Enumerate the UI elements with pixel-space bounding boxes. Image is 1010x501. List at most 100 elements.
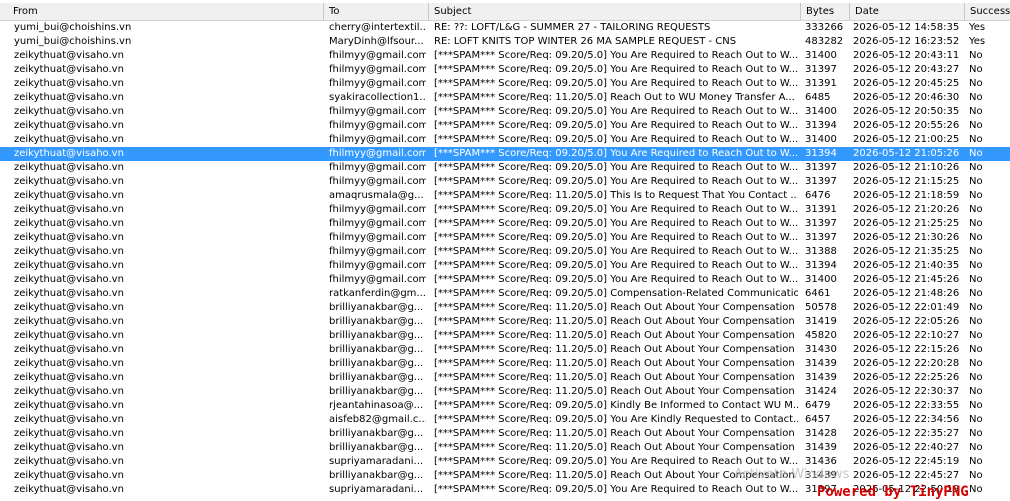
table-row[interactable]: zeikythuat@visaho.vn fhilmyy@gmail.com [**… bbox=[0, 133, 1010, 147]
cell-date: 2026-05-12 20:43:11 bbox=[853, 50, 960, 61]
table-row[interactable]: zeikythuat@visaho.vn fhilmyy@gmail.com [**… bbox=[0, 161, 1010, 175]
cell-date: 2026-05-12 22:33:55 bbox=[853, 400, 960, 411]
table-row[interactable]: zeikythuat@visaho.vn fhilmyy@gmail.com [**… bbox=[0, 217, 1010, 231]
cell-to: amaqrusmala@g... bbox=[329, 190, 424, 201]
cell-to: fhilmyy@gmail.com bbox=[329, 246, 426, 257]
column-header-to[interactable]: To bbox=[324, 3, 429, 20]
cell-bytes: 6479 bbox=[805, 400, 831, 411]
table-row[interactable]: zeikythuat@visaho.vn amaqrusmala@g... [***… bbox=[0, 189, 1010, 203]
cell-subject: [***SPAM*** Score/Req: 09.20/5.0] You Ar… bbox=[434, 176, 798, 187]
cell-date: 2026-05-12 22:01:49 bbox=[853, 302, 960, 313]
table-row[interactable]: zeikythuat@visaho.vn ratkanferdin@gm... [*… bbox=[0, 287, 1010, 301]
cell-to: supriyamaradani... bbox=[329, 484, 424, 495]
cell-date: 2026-05-12 22:15:26 bbox=[853, 344, 960, 355]
column-header-success[interactable]: Success bbox=[965, 3, 1010, 20]
cell-date: 2026-05-12 22:10:27 bbox=[853, 330, 960, 341]
table-row[interactable]: zeikythuat@visaho.vn fhilmyy@gmail.com [**… bbox=[0, 273, 1010, 287]
table-row[interactable]: yumi_bui@choishins.vn MaryDinh@lfsour... R… bbox=[0, 35, 1010, 49]
cell-from: zeikythuat@visaho.vn bbox=[14, 288, 124, 299]
cell-to: fhilmyy@gmail.com bbox=[329, 148, 426, 159]
cell-success: No bbox=[969, 50, 983, 61]
cell-subject: [***SPAM*** Score/Req: 09.20/5.0] You Ar… bbox=[434, 204, 798, 215]
table-row[interactable]: zeikythuat@visaho.vn supriyamaradani... [*… bbox=[0, 455, 1010, 469]
table-row[interactable]: zeikythuat@visaho.vn fhilmyy@gmail.com [**… bbox=[0, 203, 1010, 217]
cell-bytes: 31394 bbox=[805, 148, 837, 159]
cell-date: 2026-05-12 16:23:52 bbox=[853, 36, 960, 47]
cell-bytes: 45820 bbox=[805, 330, 837, 341]
table-row[interactable]: zeikythuat@visaho.vn fhilmyy@gmail.com [**… bbox=[0, 49, 1010, 63]
cell-from: zeikythuat@visaho.vn bbox=[14, 204, 124, 215]
table-row[interactable]: zeikythuat@visaho.vn brilliyanakbar@g... [… bbox=[0, 427, 1010, 441]
table-row[interactable]: zeikythuat@visaho.vn fhilmyy@gmail.com [**… bbox=[0, 105, 1010, 119]
cell-to: fhilmyy@gmail.com bbox=[329, 162, 426, 173]
cell-bytes: 31394 bbox=[805, 120, 837, 131]
cell-date: 2026-05-12 21:18:59 bbox=[853, 190, 960, 201]
cell-subject: [***SPAM*** Score/Req: 09.20/5.0] You Ar… bbox=[434, 50, 798, 61]
cell-to: brilliyanakbar@g... bbox=[329, 344, 424, 355]
cell-success: No bbox=[969, 484, 983, 495]
cell-to: fhilmyy@gmail.com bbox=[329, 260, 426, 271]
cell-from: zeikythuat@visaho.vn bbox=[14, 246, 124, 257]
cell-date: 2026-05-12 20:50:35 bbox=[853, 106, 960, 117]
table-row[interactable]: zeikythuat@visaho.vn fhilmyy@gmail.com [**… bbox=[0, 119, 1010, 133]
table-row[interactable]: zeikythuat@visaho.vn brilliyanakbar@g... [… bbox=[0, 357, 1010, 371]
cell-success: No bbox=[969, 190, 983, 201]
table-row[interactable]: zeikythuat@visaho.vn brilliyanakbar@g... [… bbox=[0, 371, 1010, 385]
table-row[interactable]: zeikythuat@visaho.vn fhilmyy@gmail.com [**… bbox=[0, 63, 1010, 77]
cell-from: zeikythuat@visaho.vn bbox=[14, 372, 124, 383]
cell-subject: [***SPAM*** Score/Req: 11.20/5.0] Reach … bbox=[434, 358, 795, 369]
cell-to: brilliyanakbar@g... bbox=[329, 330, 424, 341]
cell-subject: RE: ??: LOFT/L&G - SUMMER 27 - TAILORING… bbox=[434, 22, 711, 33]
cell-to: brilliyanakbar@g... bbox=[329, 442, 424, 453]
cell-success: No bbox=[969, 288, 983, 299]
column-header-subject[interactable]: Subject bbox=[429, 3, 801, 20]
column-header-bytes[interactable]: Bytes bbox=[801, 3, 850, 20]
table-row[interactable]: zeikythuat@visaho.vn brilliyanakbar@g... [… bbox=[0, 343, 1010, 357]
cell-bytes: 6476 bbox=[805, 190, 831, 201]
cell-to: fhilmyy@gmail.com bbox=[329, 106, 426, 117]
table-row[interactable]: zeikythuat@visaho.vn fhilmyy@gmail.com [**… bbox=[0, 231, 1010, 245]
column-header-from[interactable]: From bbox=[8, 3, 324, 20]
table-row[interactable]: zeikythuat@visaho.vn brilliyanakbar@g... [… bbox=[0, 301, 1010, 315]
table-row[interactable]: zeikythuat@visaho.vn brilliyanakbar@g... [… bbox=[0, 385, 1010, 399]
cell-subject: [***SPAM*** Score/Req: 11.20/5.0] Reach … bbox=[434, 92, 795, 103]
cell-from: zeikythuat@visaho.vn bbox=[14, 428, 124, 439]
cell-bytes: 6461 bbox=[805, 288, 831, 299]
cell-success: No bbox=[969, 148, 983, 159]
table-row[interactable]: zeikythuat@visaho.vn fhilmyy@gmail.com [**… bbox=[0, 175, 1010, 189]
cell-date: 2026-05-12 20:45:25 bbox=[853, 78, 960, 89]
table-row[interactable]: yumi_bui@choishins.vn cherry@intertextil.… bbox=[0, 21, 1010, 35]
cell-date: 2026-05-12 22:20:28 bbox=[853, 358, 960, 369]
cell-subject: [***SPAM*** Score/Req: 09.20/5.0] You Ar… bbox=[434, 218, 798, 229]
cell-date: 2026-05-12 21:15:25 bbox=[853, 176, 960, 187]
cell-subject: [***SPAM*** Score/Req: 11.20/5.0] Reach … bbox=[434, 302, 795, 313]
cell-subject: [***SPAM*** Score/Req: 11.20/5.0] Reach … bbox=[434, 372, 795, 383]
table-row[interactable]: zeikythuat@visaho.vn rjeantahinasoa@... [*… bbox=[0, 399, 1010, 413]
cell-to: brilliyanakbar@g... bbox=[329, 316, 424, 327]
cell-date: 2026-05-12 22:45:27 bbox=[853, 470, 960, 481]
cell-to: brilliyanakbar@g... bbox=[329, 428, 424, 439]
cell-success: No bbox=[969, 218, 983, 229]
cell-date: 2026-05-12 20:43:27 bbox=[853, 64, 960, 75]
table-row[interactable]: zeikythuat@visaho.vn brilliyanakbar@g... [… bbox=[0, 469, 1010, 483]
table-row[interactable]: zeikythuat@visaho.vn brilliyanakbar@g... [… bbox=[0, 441, 1010, 455]
table-row[interactable]: zeikythuat@visaho.vn supriyamaradani... [*… bbox=[0, 483, 1010, 497]
table-row[interactable]: zeikythuat@visaho.vn brilliyanakbar@g... [… bbox=[0, 315, 1010, 329]
cell-from: zeikythuat@visaho.vn bbox=[14, 218, 124, 229]
cell-from: zeikythuat@visaho.vn bbox=[14, 134, 124, 145]
table-row[interactable]: zeikythuat@visaho.vn aisfeb82@gmail.c... [… bbox=[0, 413, 1010, 427]
cell-from: yumi_bui@choishins.vn bbox=[14, 36, 132, 47]
table-row[interactable]: zeikythuat@visaho.vn fhilmyy@gmail.com [**… bbox=[0, 259, 1010, 273]
cell-from: zeikythuat@visaho.vn bbox=[14, 302, 124, 313]
cell-date: 2026-05-12 21:40:35 bbox=[853, 260, 960, 271]
column-header-date[interactable]: Date bbox=[850, 3, 965, 20]
cell-bytes: 31397 bbox=[805, 176, 837, 187]
table-row[interactable]: zeikythuat@visaho.vn syakiracollection1..… bbox=[0, 91, 1010, 105]
table-row[interactable]: zeikythuat@visaho.vn brilliyanakbar@g... [… bbox=[0, 329, 1010, 343]
cell-success: No bbox=[969, 414, 983, 425]
table-row[interactable]: zeikythuat@visaho.vn fhilmyy@gmail.com [**… bbox=[0, 245, 1010, 259]
cell-success: No bbox=[969, 106, 983, 117]
cell-subject: [***SPAM*** Score/Req: 09.20/5.0] You Ar… bbox=[434, 456, 798, 467]
table-row[interactable]: zeikythuat@visaho.vn fhilmyy@gmail.com [**… bbox=[0, 147, 1010, 161]
table-row[interactable]: zeikythuat@visaho.vn fhilmyy@gmail.com [**… bbox=[0, 77, 1010, 91]
